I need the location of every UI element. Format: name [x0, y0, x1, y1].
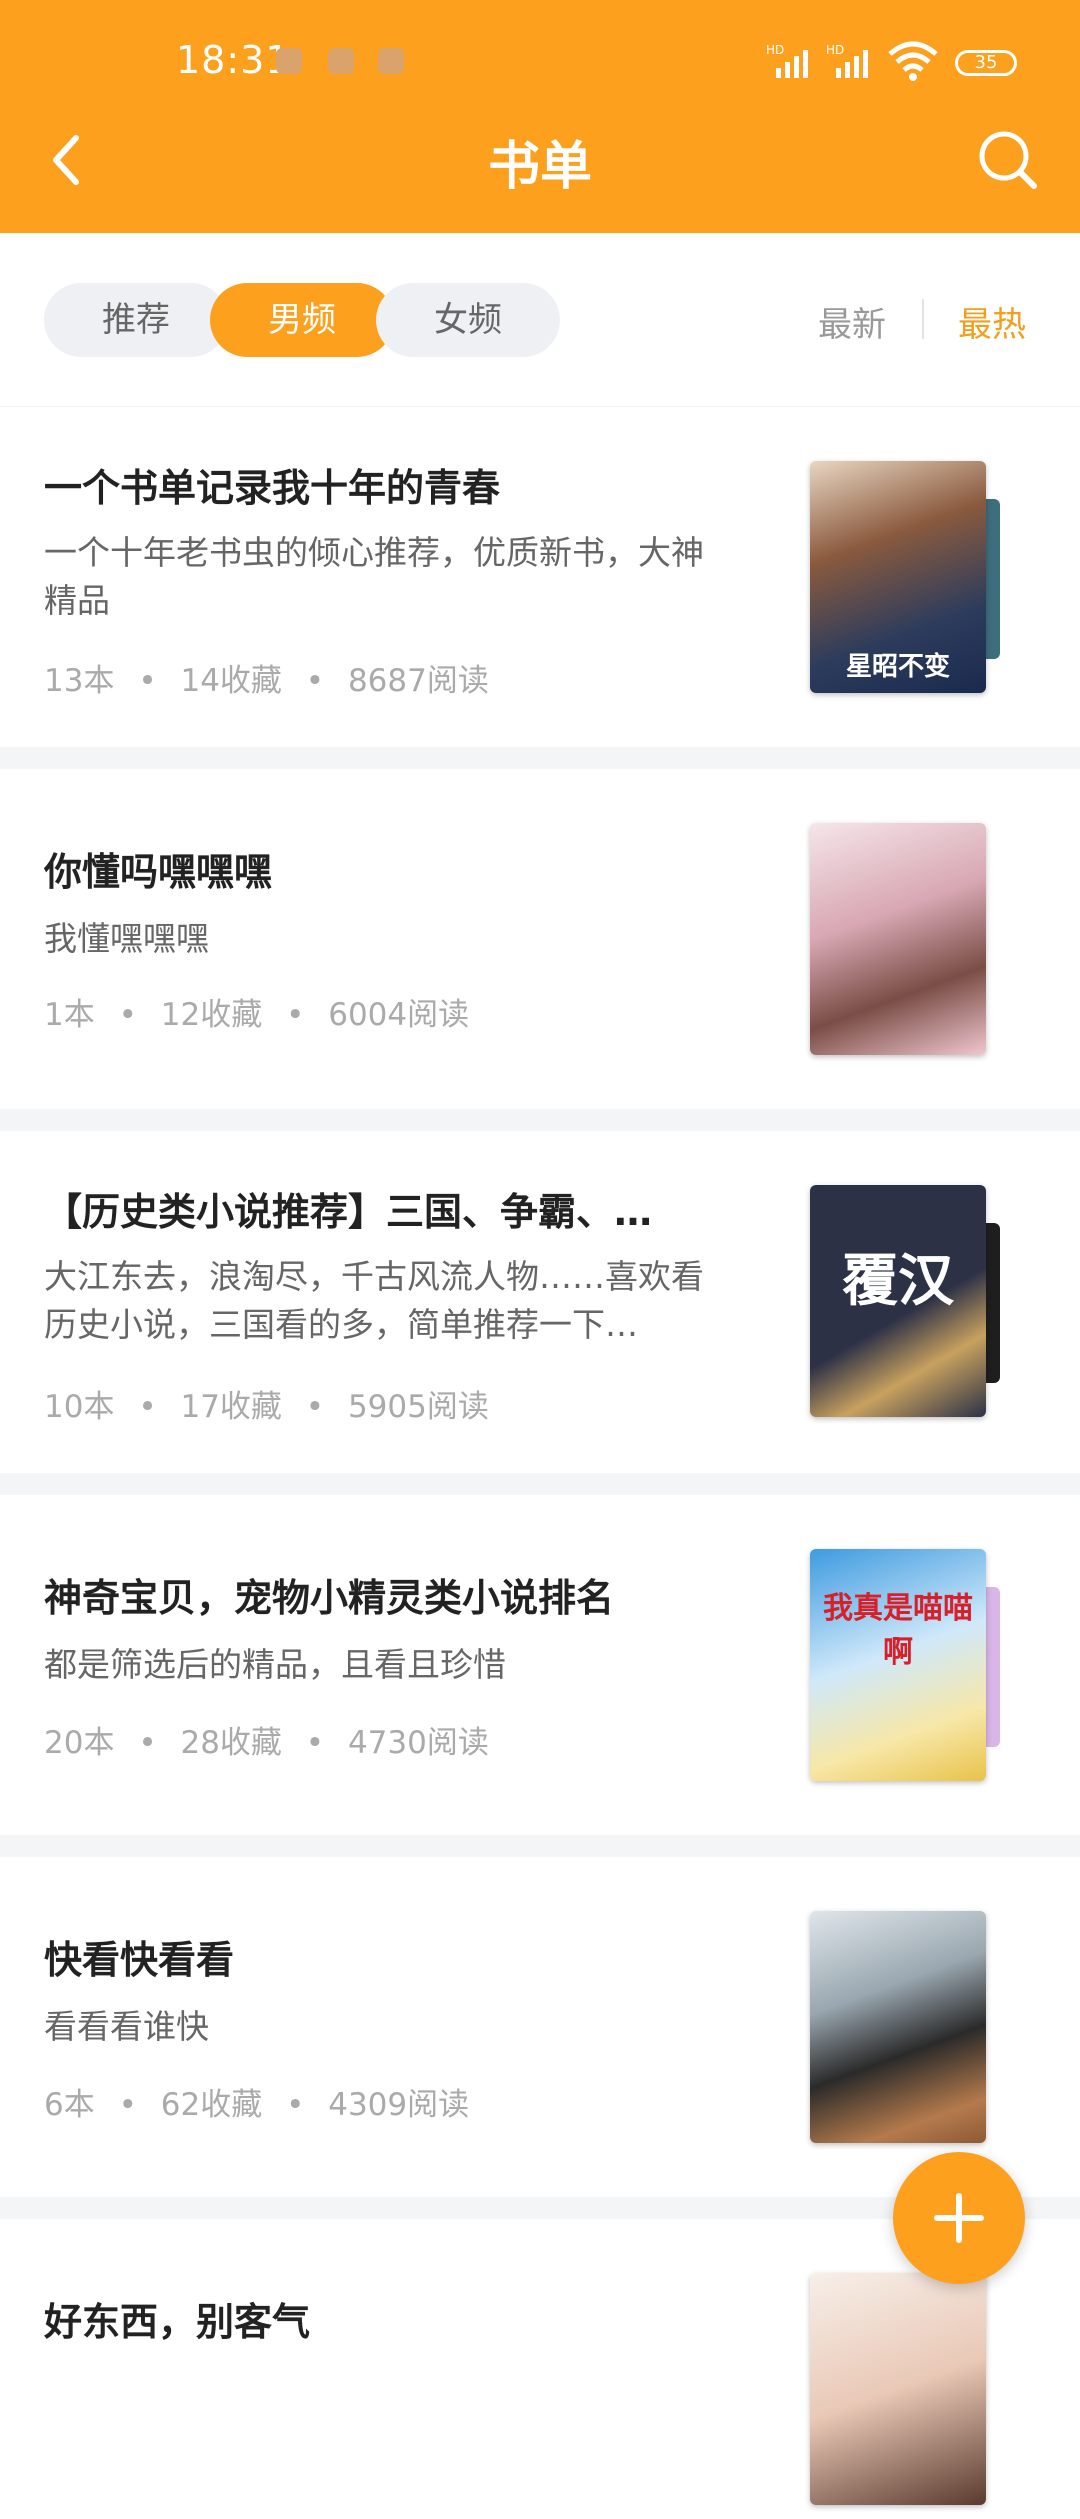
- tab-male[interactable]: 男频: [210, 283, 394, 357]
- cover-title: 我真是喵喵啊: [823, 1591, 973, 1670]
- filter-bar: 推荐 男频 女频 最新 最热: [0, 233, 1080, 408]
- booklist-title: 你懂吗嘿嘿嘿: [44, 850, 273, 894]
- book-count: 6本: [44, 2087, 95, 2123]
- book-cover: 我真是喵喵啊: [810, 1549, 986, 1781]
- header: 18:31 HD HD 35 书单: [0, 0, 1080, 233]
- booklist-desc: 我懂嘿嘿嘿: [44, 919, 209, 958]
- plus-icon: [934, 2193, 984, 2243]
- booklist-desc: 大江东去，浪淘尽，千古风流人物……喜欢看历史小说，三国看的多，简单推荐一下…: [44, 1257, 704, 1344]
- notification-icon: [378, 48, 404, 74]
- favorite-count: 28收藏: [180, 1725, 282, 1761]
- cover-stack: [810, 1911, 1040, 2143]
- list-item[interactable]: 你懂吗嘿嘿嘿 我懂嘿嘿嘿 1本 • 12收藏 • 6004阅读: [0, 769, 1080, 1109]
- book-count: 1本: [44, 997, 95, 1033]
- signal-label: HD: [766, 43, 784, 57]
- separator: •: [286, 2087, 305, 2123]
- cover-stack: 覆汉: [810, 1185, 1040, 1417]
- cover-title: 覆汉: [842, 1249, 954, 1314]
- page-title: 书单: [487, 137, 592, 197]
- booklist-meta: 13本 • 14收藏 • 8687阅读: [44, 655, 489, 700]
- sort-newest[interactable]: 最新: [818, 297, 886, 346]
- cover-title: 星昭不变: [845, 652, 950, 682]
- booklist-title: 一个书单记录我十年的青春: [44, 466, 501, 510]
- top-bar: 书单: [0, 110, 1080, 210]
- book-cover: [810, 823, 986, 1055]
- list-item[interactable]: 快看快看看 看看看谁快 6本 • 62收藏 • 4309阅读: [0, 1857, 1080, 2197]
- favorite-count: 14收藏: [180, 663, 282, 699]
- read-count: 5905阅读: [347, 1389, 489, 1425]
- list-item[interactable]: 【历史类小说推荐】三国、争霸、… 大江东去，浪淘尽，千古风流人物……喜欢看历史小…: [0, 1131, 1080, 1473]
- booklist-title: 神奇宝贝，宠物小精灵类小说排名: [44, 1576, 615, 1620]
- signal-icon: HD: [766, 43, 808, 78]
- separator: •: [138, 663, 157, 699]
- favorite-count: 17收藏: [180, 1389, 282, 1425]
- sort-hottest[interactable]: 最热: [958, 297, 1026, 346]
- cover-stack: 星昭不变: [810, 461, 1040, 693]
- book-cover: 覆汉: [810, 1185, 986, 1417]
- separator: •: [305, 1389, 325, 1425]
- book-count: 20本: [44, 1725, 115, 1761]
- notification-icon: [328, 48, 354, 74]
- signal-icon: HD: [826, 43, 868, 78]
- divider: [0, 1835, 1080, 1857]
- cover-stack: [810, 823, 1040, 1055]
- read-count: 4730阅读: [347, 1725, 489, 1761]
- booklist-desc: 都是筛选后的精品，且看且珍惜: [44, 1645, 506, 1684]
- booklist-title: 快看快看看: [44, 1938, 235, 1982]
- wifi-icon: [888, 41, 938, 81]
- list-item[interactable]: 一个书单记录我十年的青春 一个十年老书虫的倾心推荐，优质新书，大神精品 13本 …: [0, 407, 1080, 747]
- tab-recommend[interactable]: 推荐: [44, 283, 228, 357]
- book-cover: 星昭不变: [810, 461, 986, 693]
- book-count: 10本: [44, 1389, 115, 1425]
- read-count: 6004阅读: [328, 997, 470, 1033]
- add-booklist-button[interactable]: [893, 2152, 1025, 2284]
- tab-female[interactable]: 女频: [376, 283, 560, 357]
- separator: •: [286, 997, 305, 1033]
- favorite-count: 12收藏: [160, 997, 263, 1033]
- divider: [0, 1109, 1080, 1131]
- status-bar: 18:31 HD HD 35: [0, 30, 1080, 94]
- divider: [922, 299, 924, 339]
- separator: •: [138, 1389, 157, 1425]
- separator: •: [138, 1725, 157, 1761]
- booklist-desc: 看看看谁快: [44, 2007, 209, 2046]
- notification-icon: [276, 48, 302, 74]
- booklist-meta: 6本 • 62收藏 • 4309阅读: [44, 2079, 469, 2124]
- divider: [0, 747, 1080, 769]
- separator: •: [305, 1725, 325, 1761]
- separator: •: [305, 663, 325, 699]
- favorite-count: 62收藏: [160, 2087, 263, 2123]
- status-time: 18:31: [176, 38, 291, 82]
- booklist-title: 【历史类小说推荐】三国、争霸、…: [44, 1190, 653, 1234]
- booklist-meta: 1本 • 12收藏 • 6004阅读: [44, 989, 469, 1034]
- booklist-meta: 10本 • 17收藏 • 5905阅读: [44, 1381, 489, 1426]
- read-count: 4309阅读: [328, 2087, 470, 2123]
- booklist-desc: 一个十年老书虫的倾心推荐，优质新书，大神精品: [44, 533, 704, 620]
- book-cover: [810, 2273, 986, 2505]
- search-icon[interactable]: [976, 128, 1040, 192]
- read-count: 8687阅读: [347, 663, 489, 699]
- cover-stack: [810, 2273, 1040, 2505]
- separator: •: [118, 2087, 137, 2123]
- book-count: 13本: [44, 663, 115, 699]
- battery-icon: 35: [955, 50, 1017, 76]
- divider: [0, 1473, 1080, 1495]
- booklist-meta: 20本 • 28收藏 • 4730阅读: [44, 1717, 489, 1762]
- cover-stack: 我真是喵喵啊: [810, 1549, 1040, 1781]
- separator: •: [118, 997, 137, 1033]
- book-cover: [810, 1911, 986, 2143]
- list-item[interactable]: 神奇宝贝，宠物小精灵类小说排名 都是筛选后的精品，且看且珍惜 20本 • 28收…: [0, 1495, 1080, 1835]
- signal-label: HD: [826, 43, 844, 57]
- booklist-title: 好东西，别客气: [44, 2300, 311, 2344]
